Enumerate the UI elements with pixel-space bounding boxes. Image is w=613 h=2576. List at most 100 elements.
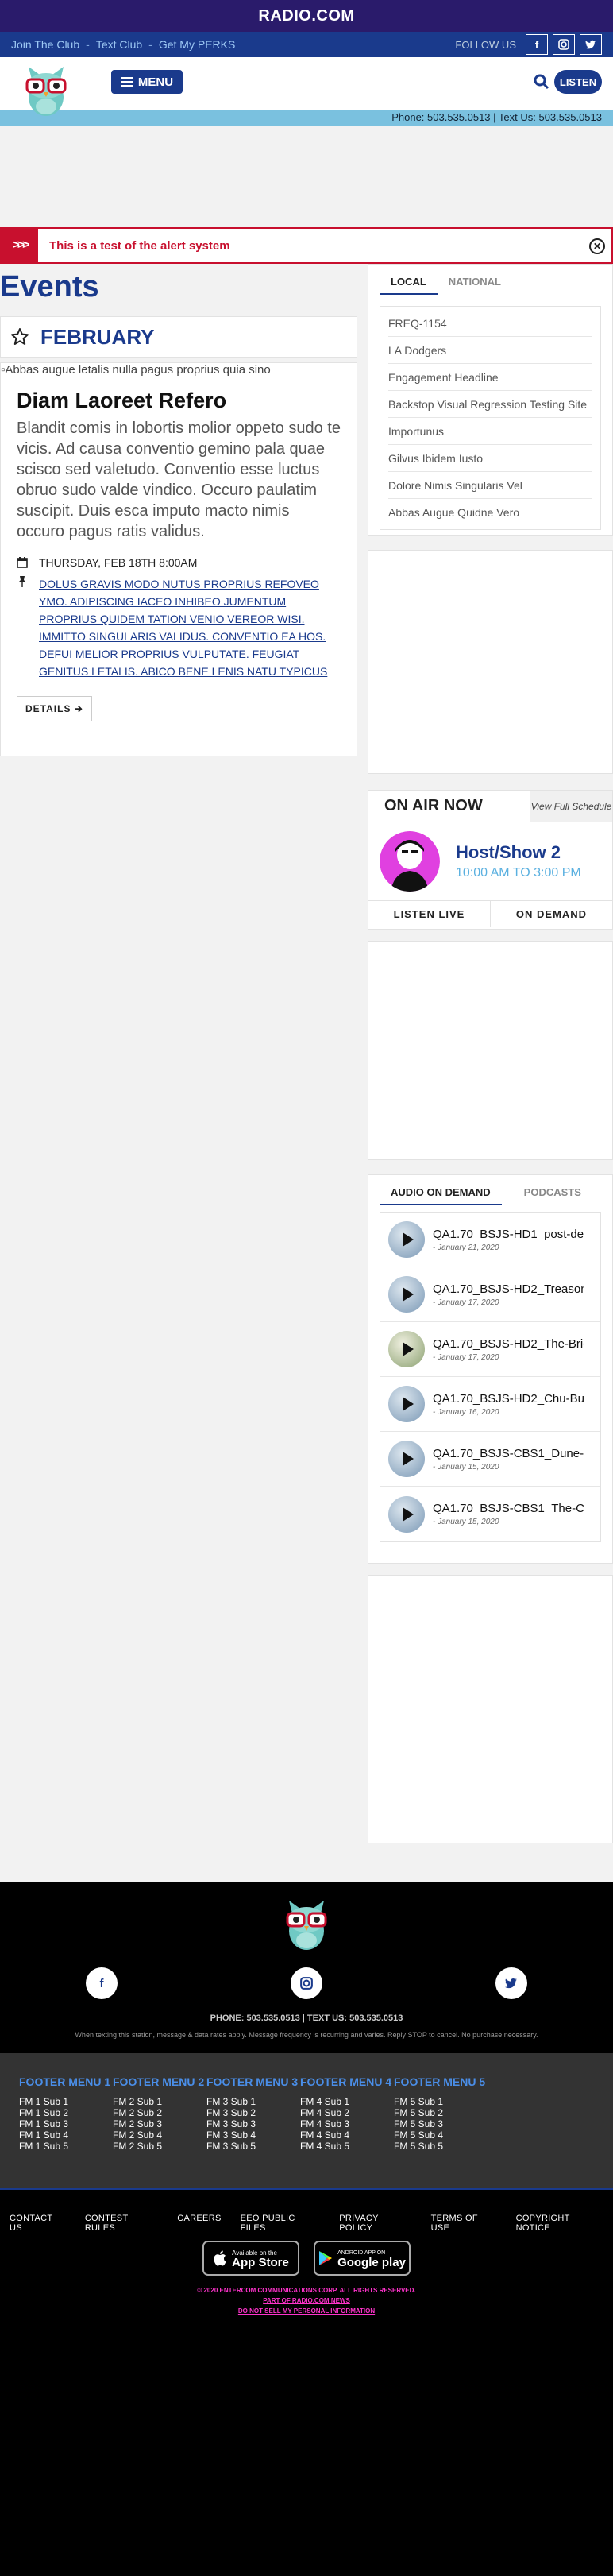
contest-rules-link[interactable]: CONTEST RULES <box>75 2214 168 2241</box>
list-item[interactable]: QA1.70_BSJS-HD1_post-depl... - January 21… <box>380 1213 600 1267</box>
footer-menu-item[interactable]: FM 4 Sub 3 <box>300 2118 394 2129</box>
footer-menu-item[interactable]: FM 3 Sub 2 <box>206 2107 300 2118</box>
footer-menu-item[interactable]: FM 3 Sub 3 <box>206 2118 300 2129</box>
join-club-link[interactable]: Join The Club <box>11 38 79 51</box>
host-name[interactable]: Host/Show 2 <box>456 842 581 863</box>
footer-menu-item[interactable]: FM 5 Sub 1 <box>394 2096 488 2107</box>
footer-menu-item[interactable]: FM 4 Sub 4 <box>300 2129 394 2141</box>
list-item[interactable]: QA1.70_BSJS-HD2_The-Bride...- January 17… <box>380 1322 600 1377</box>
list-item[interactable]: Importunus <box>388 418 592 445</box>
footer-menu-item[interactable]: FM 2 Sub 2 <box>113 2107 206 2118</box>
list-item[interactable]: Backstop Visual Regression Testing Site <box>388 391 592 418</box>
site-header: MENU LISTEN <box>0 57 613 116</box>
on-air-header: ON AIR NOW View Full Schedule <box>368 790 612 822</box>
list-item[interactable]: Dolore Nimis Singularis Vel <box>388 472 592 499</box>
tab-audio-on-demand[interactable]: AUDIO ON DEMAND <box>380 1178 502 1205</box>
footer-menu-5: FOOTER MENU 5 FM 5 Sub 1 FM 5 Sub 2 FM 5… <box>394 2075 488 2188</box>
footer-menu-item[interactable]: FM 1 Sub 5 <box>19 2141 113 2152</box>
get-perks-link[interactable]: Get My PERKS <box>159 38 235 51</box>
details-label: DETAILS <box>25 703 71 714</box>
footer-menu-title[interactable]: FOOTER MENU 2 <box>113 2075 206 2088</box>
play-icon[interactable] <box>388 1331 425 1367</box>
list-item[interactable]: QA1.70_BSJS-CBS1_The-Cor... - January 15,… <box>380 1487 600 1541</box>
footer-menu-item[interactable]: FM 4 Sub 1 <box>300 2096 394 2107</box>
footer-menu-item[interactable]: FM 5 Sub 5 <box>394 2141 488 2152</box>
event-location-link[interactable]: DOLUS GRAVIS MODO NUTUS PROPRIUS REFOVEO… <box>39 575 341 680</box>
footer-menu-item[interactable]: FM 1 Sub 1 <box>19 2096 113 2107</box>
copyright-notice-link[interactable]: COPYRIGHT NOTICE <box>507 2214 613 2241</box>
owl-logo-icon[interactable] <box>21 62 71 119</box>
part-of-radio-link[interactable]: PART OF RADIO.COM NEWS <box>0 2296 613 2306</box>
google-play-button[interactable]: ANDROID APP ON Google play <box>314 2241 411 2276</box>
app-store-button[interactable]: Available on the App Store <box>202 2241 299 2276</box>
footer-menu-title[interactable]: FOOTER MENU 1 <box>19 2075 113 2088</box>
footer-menu-item[interactable]: FM 5 Sub 2 <box>394 2107 488 2118</box>
footer-menu-item[interactable]: FM 2 Sub 1 <box>113 2096 206 2107</box>
list-item[interactable]: LA Dodgers <box>388 337 592 364</box>
listen-live-button[interactable]: LISTEN LIVE <box>368 901 491 927</box>
event-title[interactable]: Diam Laoreet Refero <box>17 389 341 413</box>
list-item[interactable]: QA1.70_BSJS-HD2_Treason-... - January 17,… <box>380 1267 600 1322</box>
aod-date: - January 15, 2020 <box>433 1462 499 1472</box>
footer-menu-item[interactable]: FM 5 Sub 4 <box>394 2129 488 2141</box>
footer-menu-item[interactable]: FM 1 Sub 4 <box>19 2129 113 2141</box>
tab-podcasts[interactable]: PODCASTS <box>513 1178 592 1205</box>
do-not-sell-link[interactable]: DO NOT SELL MY PERSONAL INFORMATION <box>0 2306 613 2316</box>
careers-link[interactable]: CAREERS <box>168 2214 230 2241</box>
instagram-icon[interactable] <box>291 1967 322 1999</box>
footer-menu-4: FOOTER MENU 4 FM 4 Sub 1 FM 4 Sub 2 FM 4… <box>300 2075 394 2188</box>
list-item[interactable]: Engagement Headline <box>388 364 592 391</box>
search-icon[interactable] <box>534 74 549 90</box>
menu-button[interactable]: MENU <box>111 70 183 94</box>
footer-menu-title[interactable]: FOOTER MENU 4 <box>300 2075 394 2088</box>
aod-date: - January 15, 2020 <box>433 1518 499 1526</box>
brand-logo[interactable]: RADIO.COM <box>258 7 354 25</box>
play-icon[interactable] <box>388 1386 425 1422</box>
play-icon[interactable] <box>388 1441 425 1477</box>
play-icon[interactable] <box>388 1276 425 1313</box>
eeo-public-files-link[interactable]: EEO PUBLIC FILES <box>231 2214 330 2241</box>
facebook-icon[interactable]: f <box>86 1967 118 1999</box>
footer-menu-item[interactable]: FM 1 Sub 3 <box>19 2118 113 2129</box>
footer-menu-item[interactable]: FM 3 Sub 5 <box>206 2141 300 2152</box>
list-item[interactable]: FREQ-1154 <box>388 310 592 337</box>
on-demand-button[interactable]: ON DEMAND <box>491 901 612 927</box>
terms-of-use-link[interactable]: TERMS OF USE <box>422 2214 507 2241</box>
owl-logo-icon[interactable] <box>281 1896 332 1953</box>
event-location-row: DOLUS GRAVIS MODO NUTUS PROPRIUS REFOVEO… <box>17 575 341 680</box>
tab-national[interactable]: NATIONAL <box>438 268 512 295</box>
star-icon[interactable] <box>10 327 29 346</box>
footer-menu-title[interactable]: FOOTER MENU 3 <box>206 2075 300 2088</box>
details-button[interactable]: DETAILS ➔ <box>17 696 92 721</box>
close-icon[interactable]: ✕ <box>589 238 605 254</box>
instagram-icon[interactable] <box>553 34 575 55</box>
footer-menu-item[interactable]: FM 4 Sub 2 <box>300 2107 394 2118</box>
footer-menu-item[interactable]: FM 1 Sub 2 <box>19 2107 113 2118</box>
footer-menu-item[interactable]: FM 4 Sub 5 <box>300 2141 394 2152</box>
listen-button[interactable]: LISTEN <box>554 70 602 94</box>
privacy-policy-link[interactable]: PRIVACY POLICY <box>330 2214 421 2241</box>
facebook-icon[interactable]: f <box>526 34 548 55</box>
list-item[interactable]: Gilvus Ibidem Iusto <box>388 445 592 472</box>
footer-menu-item[interactable]: FM 2 Sub 5 <box>113 2141 206 2152</box>
footer-menu-item[interactable]: FM 3 Sub 1 <box>206 2096 300 2107</box>
twitter-icon[interactable] <box>580 34 602 55</box>
footer-menu-item[interactable]: FM 2 Sub 3 <box>113 2118 206 2129</box>
list-item[interactable]: QA1.70_BSJS-CBS1_Dune-Cl... - January 15,… <box>380 1432 600 1487</box>
view-schedule-button[interactable]: View Full Schedule <box>530 790 612 822</box>
host-avatar[interactable] <box>380 831 440 892</box>
list-item[interactable]: Abbas Augue Quidne Vero <box>388 499 592 526</box>
event-image[interactable]: ▫Abbas augue letalis nulla pagus propriu… <box>1 363 341 381</box>
list-item[interactable]: QA1.70_BSJS-HD2_Chu-Bu-a...- January 16,… <box>380 1377 600 1432</box>
footer-menu-item[interactable]: FM 2 Sub 4 <box>113 2129 206 2141</box>
top-nav: Join The Club - Text Club - Get My PERKS F… <box>0 32 613 57</box>
tab-local[interactable]: LOCAL <box>380 268 438 295</box>
play-icon[interactable] <box>388 1221 425 1258</box>
footer-menu-item[interactable]: FM 3 Sub 4 <box>206 2129 300 2141</box>
footer-menu-title[interactable]: FOOTER MENU 5 <box>394 2075 488 2088</box>
contact-us-link[interactable]: CONTACT US <box>0 2214 75 2241</box>
twitter-icon[interactable] <box>495 1967 527 1999</box>
footer-menu-item[interactable]: FM 5 Sub 3 <box>394 2118 488 2129</box>
play-icon[interactable] <box>388 1495 425 1533</box>
text-club-link[interactable]: Text Club <box>96 38 142 51</box>
